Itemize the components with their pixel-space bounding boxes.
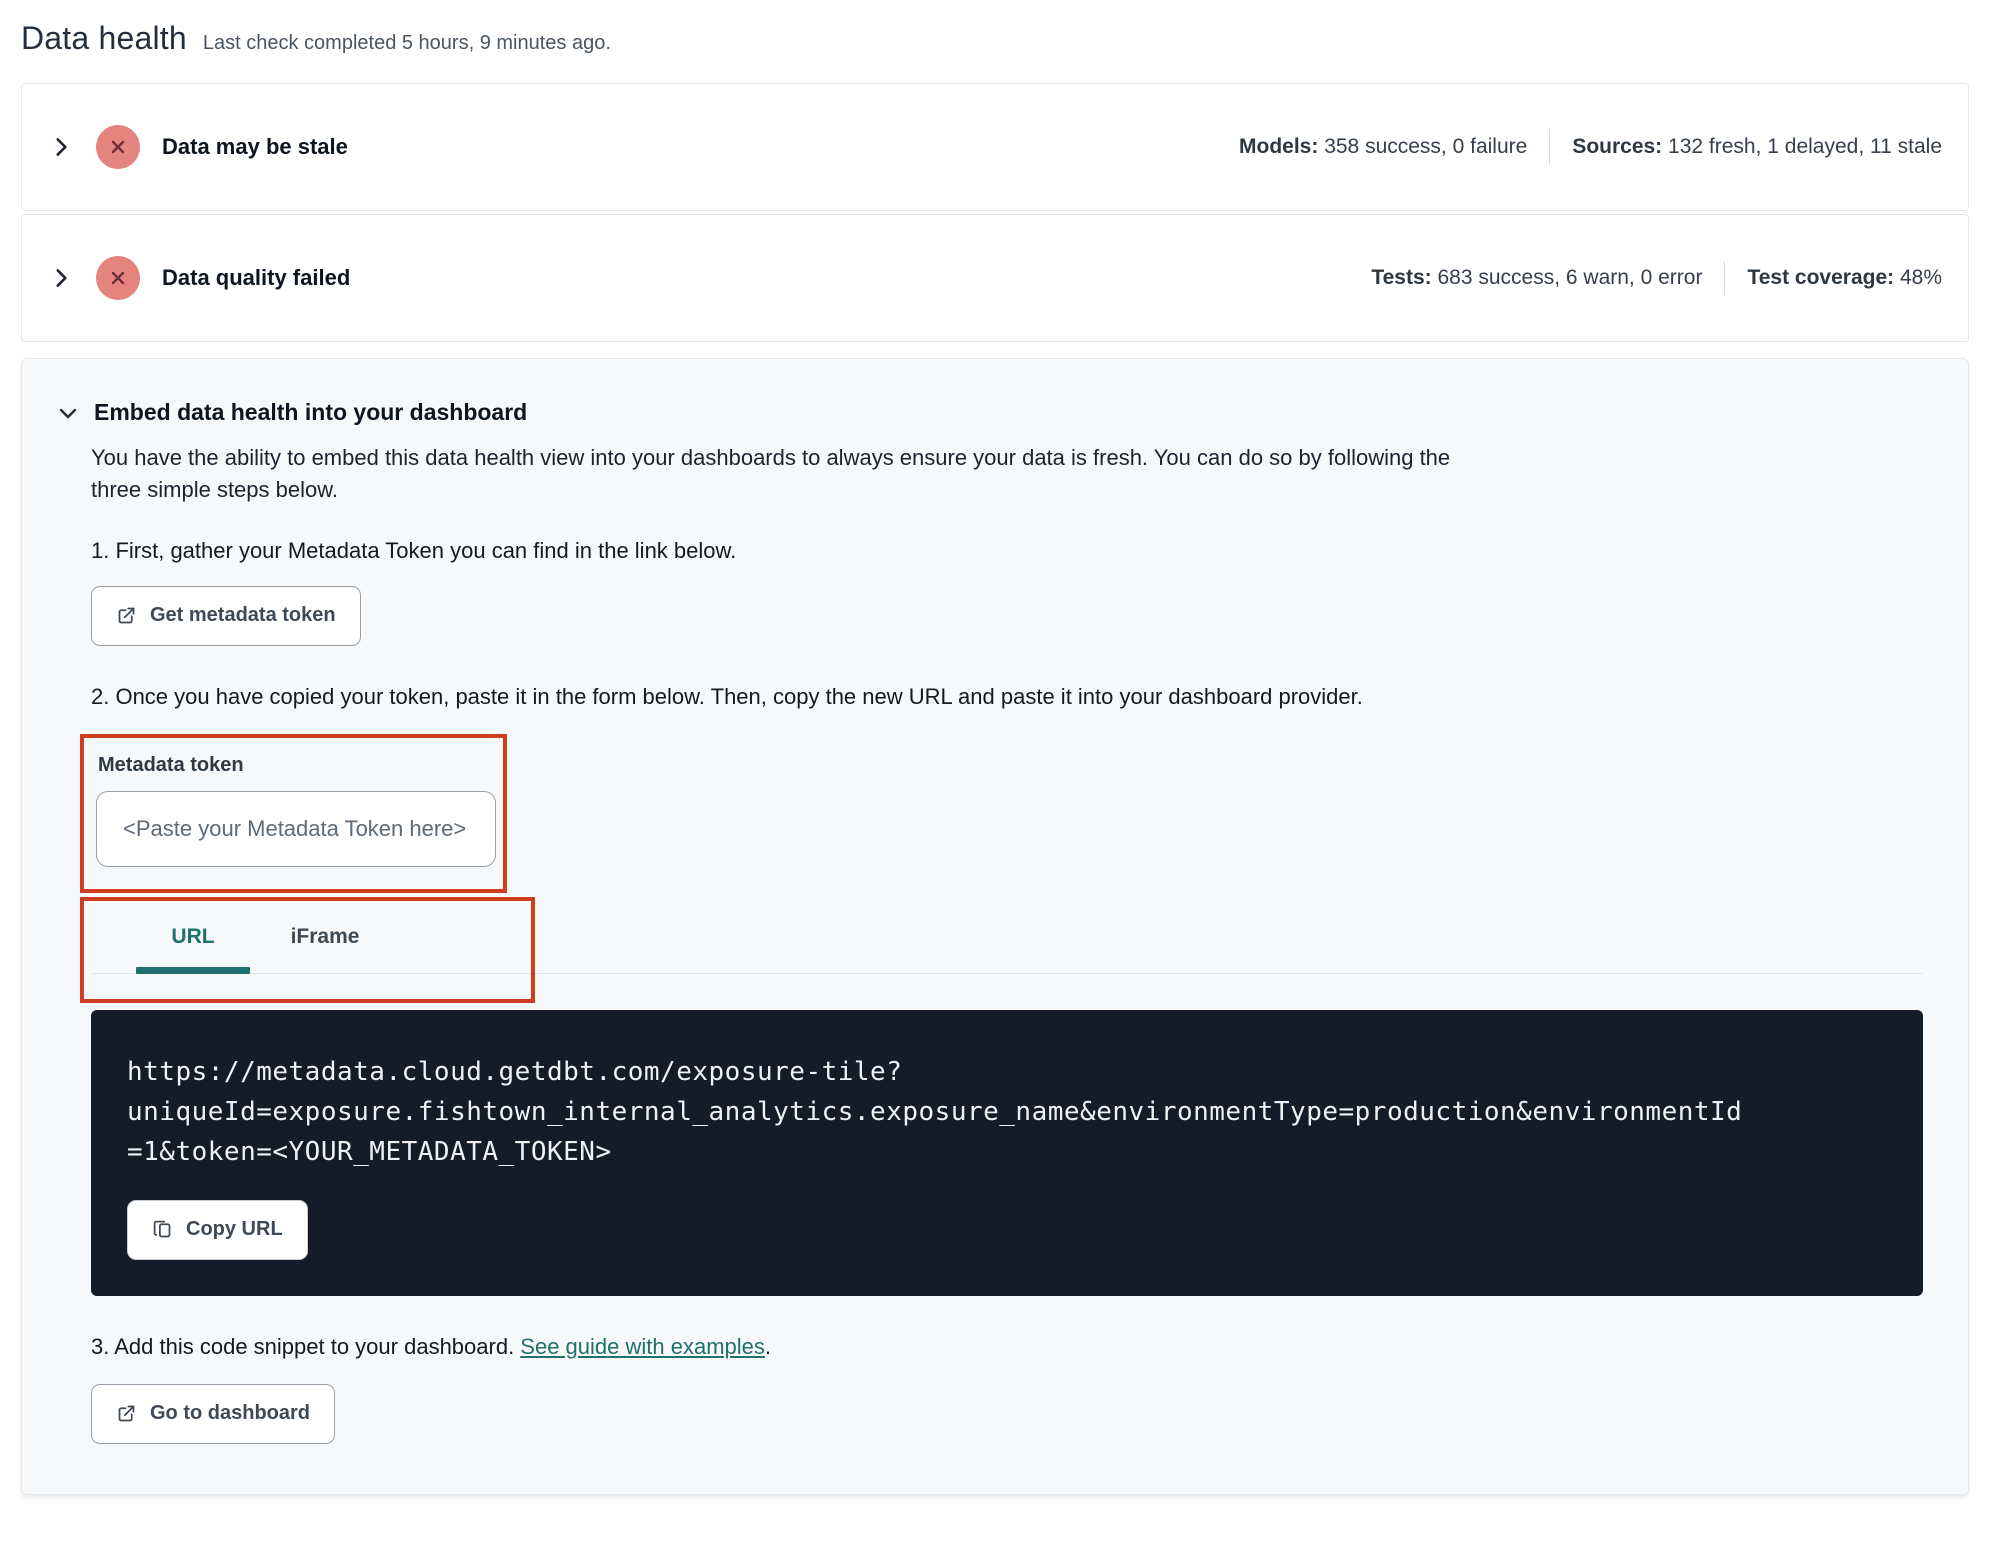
code-url-line: =1&token=<YOUR_METADATA_TOKEN> xyxy=(127,1136,612,1167)
step1-text: 1. First, gather your Metadata Token you… xyxy=(91,537,737,563)
stat-value: 48% xyxy=(1899,266,1942,289)
sources-stat: Sources: 132 fresh, 1 delayed, 11 stale xyxy=(1572,135,1942,159)
tab-bar: URL iFrame xyxy=(91,909,1923,974)
test-coverage-stat: Test coverage: 48% xyxy=(1747,266,1942,290)
output-tabs: URL iFrame xyxy=(80,896,1923,1003)
stats-divider xyxy=(1724,261,1726,295)
embed-title: Embed data health into your dashboard xyxy=(94,399,528,425)
guide-link[interactable]: See guide with examples xyxy=(520,1334,765,1359)
code-url-line: https://metadata.cloud.getdbt.com/exposu… xyxy=(127,1056,903,1087)
status-row-toggle[interactable]: Data may be stale xyxy=(48,125,348,169)
tab-iframe[interactable]: iFrame xyxy=(259,909,391,973)
chevron-down-icon[interactable] xyxy=(56,401,80,425)
code-block: https://metadata.cloud.getdbt.com/exposu… xyxy=(91,1009,1923,1296)
stat-value: 358 success, 0 failure xyxy=(1324,135,1528,158)
metadata-token-input[interactable] xyxy=(96,790,496,867)
page-header: Data health Last check completed 5 hours… xyxy=(21,20,1969,57)
copy-url-button[interactable]: Copy URL xyxy=(127,1199,308,1260)
step2-text: 2. Once you have copied your token, past… xyxy=(91,683,1363,709)
copy-url-label: Copy URL xyxy=(186,1218,283,1241)
stat-label: Models: xyxy=(1239,135,1319,158)
code-url-text: https://metadata.cloud.getdbt.com/exposu… xyxy=(127,1052,1887,1172)
status-stats: Models: 358 success, 0 failure Sources: … xyxy=(1239,130,1942,164)
stats-divider xyxy=(1549,130,1551,164)
external-link-icon xyxy=(118,1405,135,1422)
models-stat: Models: 358 success, 0 failure xyxy=(1239,135,1527,159)
token-annotation-box: Metadata token xyxy=(80,733,507,893)
copy-icon xyxy=(153,1221,171,1238)
chevron-right-icon[interactable] xyxy=(48,134,74,160)
status-stats: Tests: 683 success, 6 warn, 0 error Test… xyxy=(1371,261,1942,295)
embed-description: You have the ability to embed this data … xyxy=(91,445,1451,502)
stat-label: Tests: xyxy=(1371,266,1432,289)
step3-text-before: 3. Add this code snippet to your dashboa… xyxy=(91,1333,521,1359)
error-badge xyxy=(96,256,140,300)
code-url-line: uniqueId=exposure.fishtown_internal_anal… xyxy=(127,1096,1743,1127)
stat-value: 683 success, 6 warn, 0 error xyxy=(1437,266,1703,289)
status-card-quality: Data quality failed Tests: 683 success, … xyxy=(21,214,1969,342)
status-label: Data may be stale xyxy=(162,134,348,159)
go-to-dashboard-button[interactable]: Go to dashboard xyxy=(91,1383,335,1444)
last-check-status: Last check completed 5 hours, 9 minutes … xyxy=(202,32,611,54)
page-title: Data health xyxy=(21,20,187,56)
step3-text-after: . xyxy=(764,1333,772,1359)
tests-stat: Tests: 683 success, 6 warn, 0 error xyxy=(1371,266,1702,290)
embed-body: You have the ability to embed this data … xyxy=(80,442,1923,1444)
external-link-icon xyxy=(118,607,135,624)
status-card-stale: Data may be stale Models: 358 success, 0… xyxy=(21,83,1969,211)
error-x-icon xyxy=(111,140,125,154)
get-metadata-token-button[interactable]: Get metadata token xyxy=(91,585,361,646)
status-row-toggle[interactable]: Data quality failed xyxy=(48,256,350,300)
step3-text: 3. Add this code snippet to your dashboa… xyxy=(91,1334,1923,1360)
embed-section: Embed data health into your dashboard Yo… xyxy=(21,358,1969,1495)
get-metadata-token-label: Get metadata token xyxy=(150,604,336,627)
error-x-icon xyxy=(111,271,125,285)
embed-section-toggle[interactable]: Embed data health into your dashboard xyxy=(56,399,1923,426)
chevron-right-icon[interactable] xyxy=(48,265,74,291)
stat-label: Test coverage: xyxy=(1747,266,1895,289)
tab-url[interactable]: URL xyxy=(127,909,259,974)
go-to-dashboard-label: Go to dashboard xyxy=(150,1402,310,1425)
metadata-token-label: Metadata token xyxy=(98,753,244,776)
error-badge xyxy=(96,125,140,169)
stat-label: Sources: xyxy=(1572,135,1663,158)
status-label: Data quality failed xyxy=(162,265,351,290)
stat-value: 132 fresh, 1 delayed, 11 stale xyxy=(1668,135,1942,158)
data-health-page: Data health Last check completed 5 hours… xyxy=(0,0,1990,1515)
